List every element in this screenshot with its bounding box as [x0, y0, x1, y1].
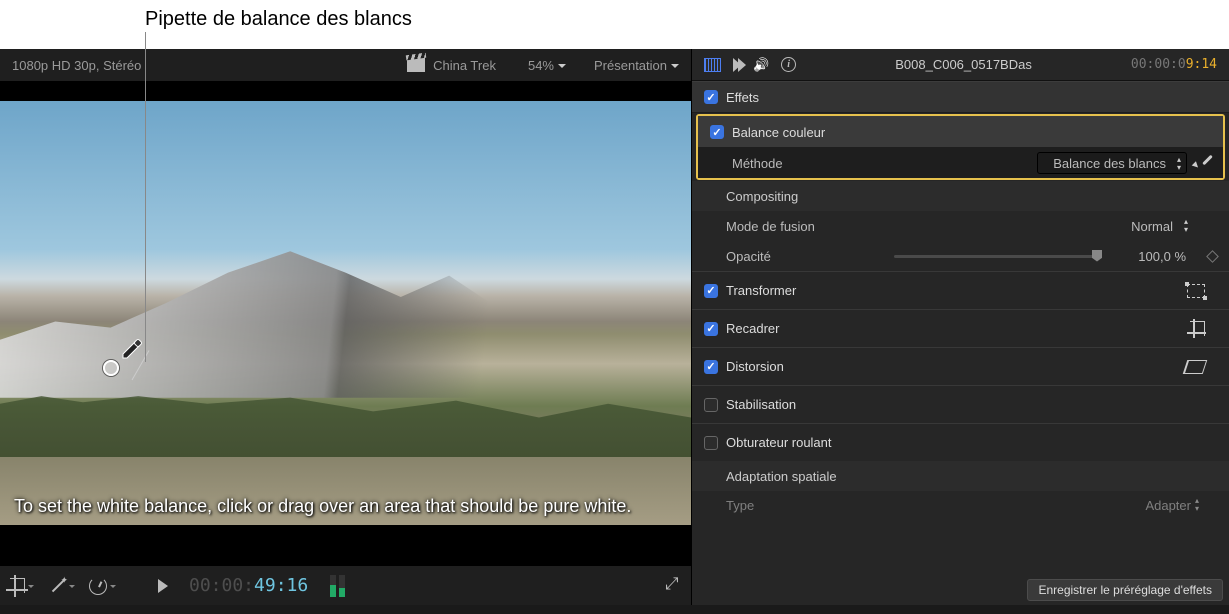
eyedropper-icon[interactable] — [1193, 154, 1211, 172]
crop-checkbox[interactable] — [704, 322, 718, 336]
chevron-down-icon — [28, 578, 34, 593]
crop-icon[interactable] — [1190, 321, 1205, 336]
eyedropper-cursor-icon — [115, 338, 143, 366]
video-tab-icon[interactable] — [704, 58, 721, 72]
eyedropper-instructions: To set the white balance, click or drag … — [14, 494, 677, 519]
transform-checkbox[interactable] — [704, 284, 718, 298]
format-label: 1080p HD 30p, Stéréo — [12, 58, 141, 73]
rolling-shutter-label: Obturateur roulant — [726, 435, 832, 450]
updown-icon — [1184, 218, 1188, 234]
inspector-pane: i B008_C006_0517BDas 00:00:09:14 Effets … — [692, 49, 1229, 605]
timecode-dim: 00:00: — [189, 575, 254, 596]
method-popup[interactable]: Balance des blancs — [1037, 152, 1187, 174]
stabilization-label: Stabilisation — [726, 397, 796, 412]
opacity-slider[interactable] — [894, 255, 1102, 258]
audio-meters — [330, 575, 345, 597]
distort-label: Distorsion — [726, 359, 784, 374]
fullscreen-button[interactable] — [665, 578, 681, 594]
method-row: Méthode Balance des blancs — [698, 148, 1223, 178]
slider-thumb[interactable] — [1092, 250, 1102, 262]
play-button[interactable] — [158, 579, 175, 593]
opacity-row: Opacité 100,0 % — [692, 241, 1229, 271]
method-value: Balance des blancs — [1053, 156, 1166, 171]
info-tab-icon[interactable]: i — [781, 57, 796, 72]
chevron-down-icon — [558, 58, 566, 73]
speedometer-icon — [89, 577, 107, 595]
wand-icon — [48, 577, 66, 595]
spatial-type-label: Type — [726, 498, 876, 513]
rolling-shutter-checkbox[interactable] — [704, 436, 718, 450]
geometry-tab-icon[interactable] — [733, 58, 741, 72]
viewer-pane: 1080p HD 30p, Stéréo China Trek 54% Prés… — [0, 49, 692, 605]
view-menu-label: Présentation — [594, 58, 667, 73]
rolling-shutter-section[interactable]: Obturateur roulant — [692, 423, 1229, 461]
zoom-popup[interactable]: 54% — [528, 58, 566, 73]
viewer-canvas[interactable]: To set the white balance, click or drag … — [0, 81, 691, 565]
timecode-display[interactable]: 00:00:49:16 — [189, 575, 308, 596]
blend-mode-popup[interactable]: Normal — [1093, 215, 1193, 237]
chevron-down-icon — [671, 58, 679, 73]
method-label: Méthode — [732, 156, 882, 171]
clapperboard-icon — [407, 58, 425, 72]
compositing-header: Compositing — [692, 181, 1229, 211]
viewer-bottom-toolbar: 00:00:49:16 — [0, 565, 691, 605]
color-balance-header[interactable]: Balance couleur — [698, 116, 1223, 148]
opacity-label: Opacité — [726, 249, 876, 264]
save-effects-preset-button[interactable]: Enregistrer le préréglage d'effets — [1027, 579, 1223, 601]
crop-label: Recadrer — [726, 321, 779, 336]
view-popup[interactable]: Présentation — [594, 58, 679, 73]
keyframe-button[interactable] — [1206, 250, 1219, 263]
transform-label: Transformer — [726, 283, 796, 298]
effects-header[interactable]: Effets — [692, 81, 1229, 113]
updown-icon — [1195, 497, 1199, 513]
transform-section[interactable]: Transformer — [692, 271, 1229, 309]
spatial-type-row: Type Adapter — [692, 491, 1229, 519]
chevron-down-icon — [110, 578, 116, 593]
project-name: China Trek — [433, 58, 496, 73]
preview-image — [0, 101, 691, 525]
blend-mode-label: Mode de fusion — [726, 219, 876, 234]
distort-icon[interactable] — [1183, 360, 1208, 374]
chevron-down-icon — [69, 578, 75, 593]
stabilization-section[interactable]: Stabilisation — [692, 385, 1229, 423]
effects-label: Effets — [726, 90, 759, 105]
clip-timecode: 00:00:09:14 — [1131, 57, 1217, 72]
clip-name-label: B008_C006_0517BDas — [808, 57, 1119, 72]
distort-section[interactable]: Distorsion — [692, 347, 1229, 385]
effects-checkbox[interactable] — [704, 90, 718, 104]
spatial-header: Adaptation spatiale — [692, 461, 1229, 491]
retime-tool-button[interactable] — [89, 577, 116, 595]
transform-icon[interactable] — [1187, 284, 1205, 298]
crop-icon — [10, 578, 25, 593]
updown-icon — [1177, 156, 1181, 172]
timecode-bright: 49:16 — [254, 575, 308, 596]
crop-tool-button[interactable] — [10, 578, 34, 593]
callout-leader-line — [145, 32, 146, 362]
zoom-value: 54% — [528, 58, 554, 73]
inspector-tabs: i B008_C006_0517BDas 00:00:09:14 — [692, 49, 1229, 81]
blend-mode-row: Mode de fusion Normal — [692, 211, 1229, 241]
audio-tab-icon[interactable] — [753, 57, 769, 73]
distort-checkbox[interactable] — [704, 360, 718, 374]
callout-label: Pipette de balance des blancs — [145, 8, 412, 31]
color-balance-checkbox[interactable] — [710, 125, 724, 139]
blend-mode-value: Normal — [1131, 219, 1173, 234]
opacity-value[interactable]: 100,0 % — [1120, 249, 1190, 264]
stabilization-checkbox[interactable] — [704, 398, 718, 412]
spatial-type-value[interactable]: Adapter — [1145, 498, 1191, 513]
viewer-toolbar: 1080p HD 30p, Stéréo China Trek 54% Prés… — [0, 49, 691, 81]
color-balance-label: Balance couleur — [732, 125, 825, 140]
crop-section[interactable]: Recadrer — [692, 309, 1229, 347]
enhance-tool-button[interactable] — [48, 577, 75, 595]
color-balance-highlight: Balance couleur Méthode Balance des blan… — [696, 114, 1225, 180]
